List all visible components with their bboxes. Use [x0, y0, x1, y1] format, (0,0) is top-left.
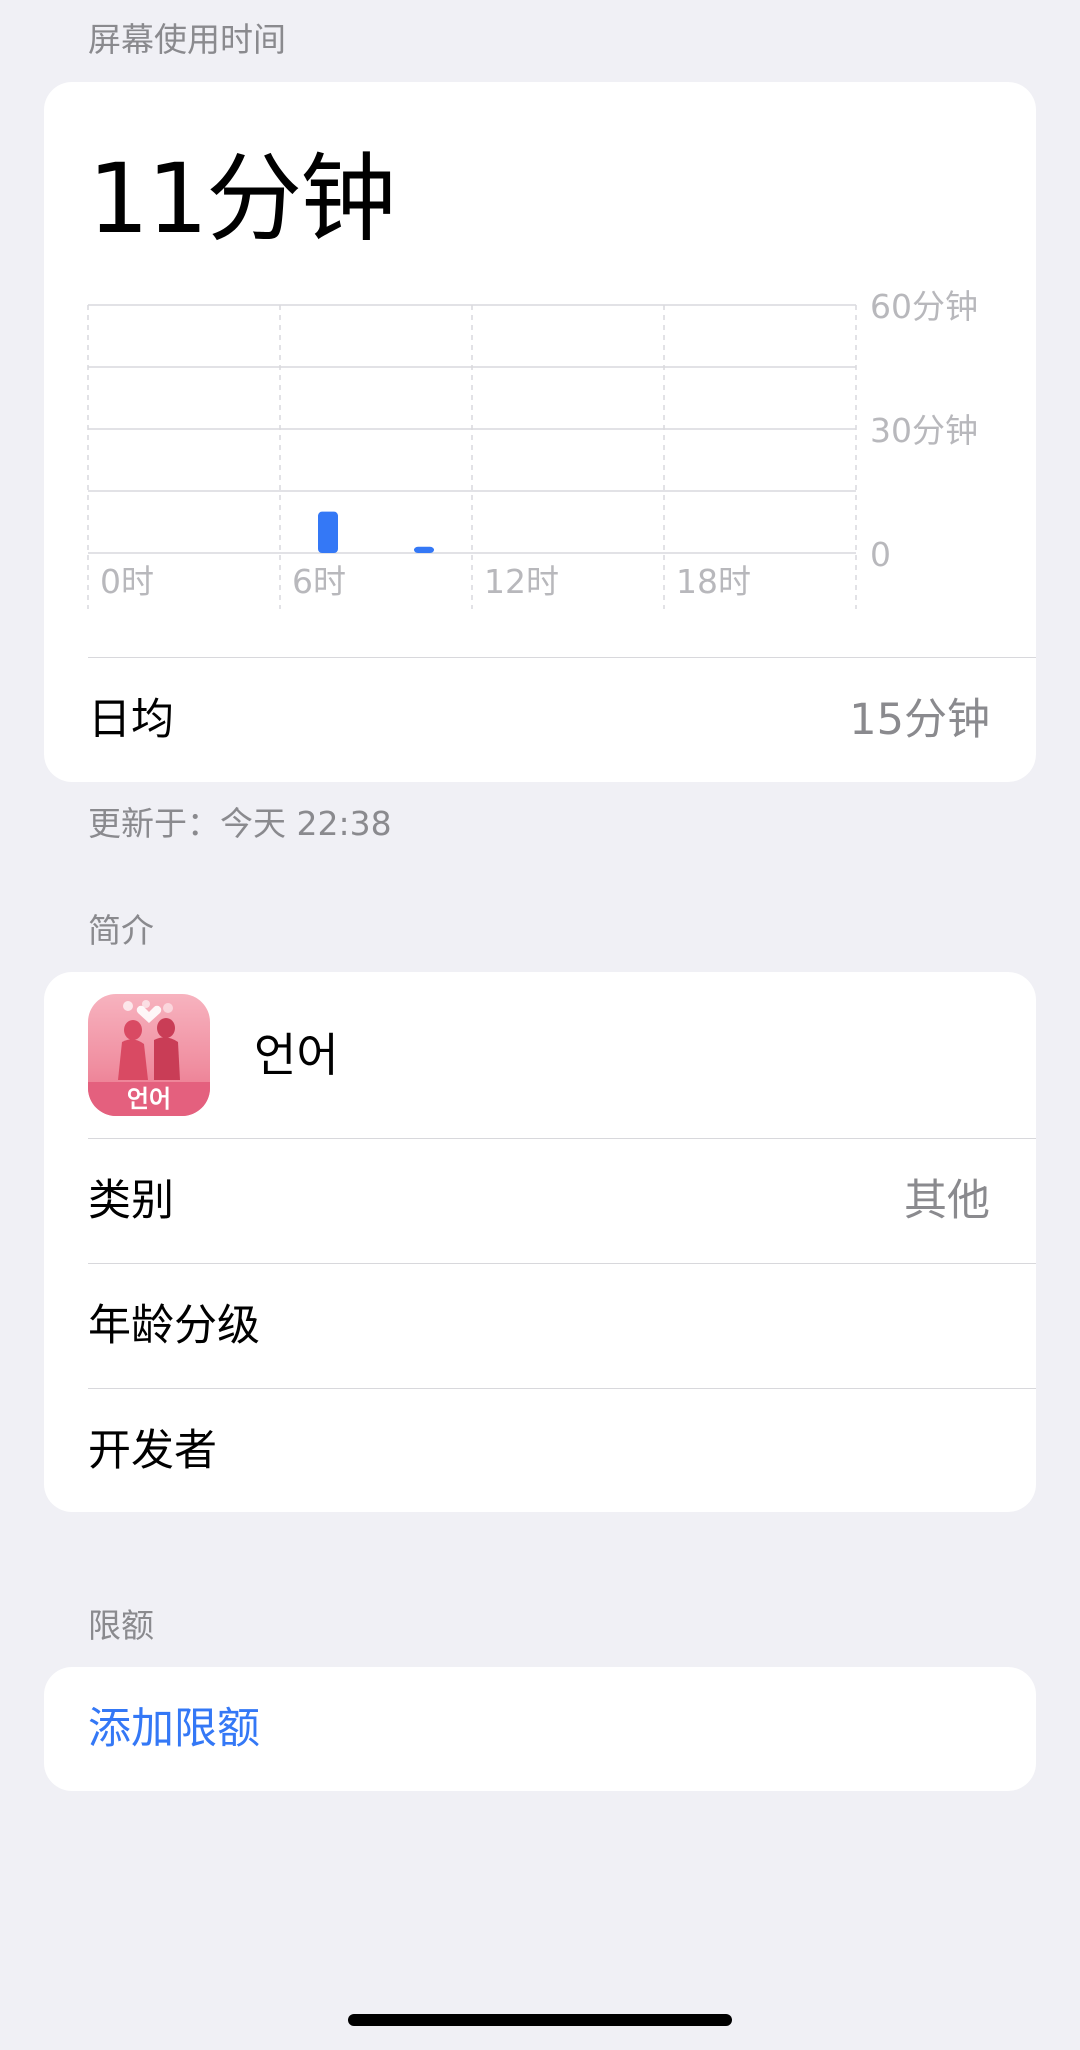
- daily-average-label: 日均: [88, 695, 174, 745]
- add-limit-row[interactable]: 添加限额: [44, 1667, 1036, 1791]
- category-row: 类别 其他: [44, 1139, 1036, 1263]
- developer-label: 开发者: [88, 1426, 217, 1476]
- chart-y-tick-label: 30分钟: [870, 411, 978, 450]
- chart-y-tick-label: 0: [870, 535, 891, 574]
- chart-bar: [414, 546, 434, 553]
- limits-card: 添加限额: [44, 1667, 1036, 1791]
- app-icon-label: 언어: [88, 1082, 210, 1116]
- screen-time-card: 11分钟 60分钟 30分钟 0 0时 6时 12时 18时 日均 15分钟: [44, 82, 1036, 782]
- chart-x-tick-label: 6时: [292, 562, 346, 601]
- screen-time-header: 屏幕使用时间: [88, 20, 286, 59]
- category-value: 其他: [904, 1176, 990, 1226]
- chart-x-tick-label: 0时: [100, 562, 154, 601]
- updated-timestamp: 更新于：今天 22:38: [88, 804, 392, 843]
- daily-average-row: 日均 15分钟: [44, 658, 1036, 782]
- profile-header: 简介: [88, 911, 154, 950]
- age-rating-row[interactable]: 年龄分级: [44, 1264, 1036, 1388]
- daily-average-value: 15分钟: [849, 695, 990, 745]
- app-name: 언어: [254, 1028, 339, 1082]
- app-row: 언어 언어: [44, 972, 1036, 1138]
- app-icon: 언어: [88, 994, 210, 1116]
- category-label: 类别: [88, 1176, 174, 1226]
- chart-y-tick-label: 60分钟: [870, 287, 978, 326]
- chart-x-tick-label: 12时: [484, 562, 559, 601]
- limits-header: 限额: [88, 1606, 154, 1645]
- chart-bar: [318, 511, 338, 553]
- hourly-usage-chart: 60分钟 30分钟 0 0时 6时 12时 18时: [87, 287, 978, 609]
- age-rating-label: 年龄分级: [88, 1301, 260, 1351]
- chart-x-tick-label: 18时: [676, 562, 751, 601]
- home-indicator[interactable]: [348, 2014, 732, 2026]
- profile-card: 언어 언어 类别 其他 年龄分级 开发者: [44, 972, 1036, 1512]
- developer-row[interactable]: 开发者: [44, 1389, 1036, 1512]
- add-limit-button[interactable]: 添加限额: [88, 1667, 260, 1791]
